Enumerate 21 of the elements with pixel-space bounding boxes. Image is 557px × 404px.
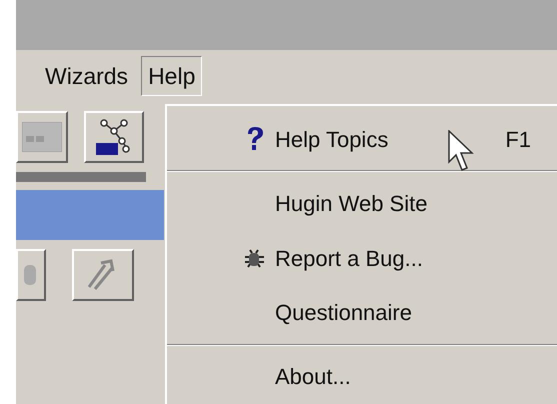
- menu-label: Report a Bug...: [275, 244, 423, 273]
- shortcut-label: F1: [505, 126, 531, 154]
- menu-item[interactable]: Wizards: [38, 56, 136, 96]
- menu-item[interactable]: About...: [167, 350, 557, 404]
- bug-icon: [243, 247, 265, 270]
- menu-item[interactable]: Report a Bug...: [167, 230, 557, 286]
- help-icon: [245, 126, 265, 152]
- toolbar-button[interactable]: [16, 111, 68, 163]
- window-icon: [22, 122, 62, 152]
- menu-item[interactable]: Questionnaire: [167, 285, 557, 340]
- toolbar-button[interactable]: [84, 111, 144, 163]
- toolbar-button[interactable]: [16, 249, 46, 301]
- menu-item[interactable]: Hugin Web Site: [167, 176, 557, 231]
- menu-label: Questionnaire: [275, 298, 412, 327]
- cursor-icon: [448, 130, 476, 174]
- menu-label: About...: [275, 363, 351, 392]
- menu-label: Hugin Web Site: [275, 190, 428, 218]
- menu-label: Help Topics: [275, 126, 388, 154]
- menu-item[interactable]: Help Topics F1: [167, 112, 557, 166]
- toolbar-button[interactable]: [72, 249, 134, 301]
- menu-item[interactable]: Help: [141, 56, 202, 96]
